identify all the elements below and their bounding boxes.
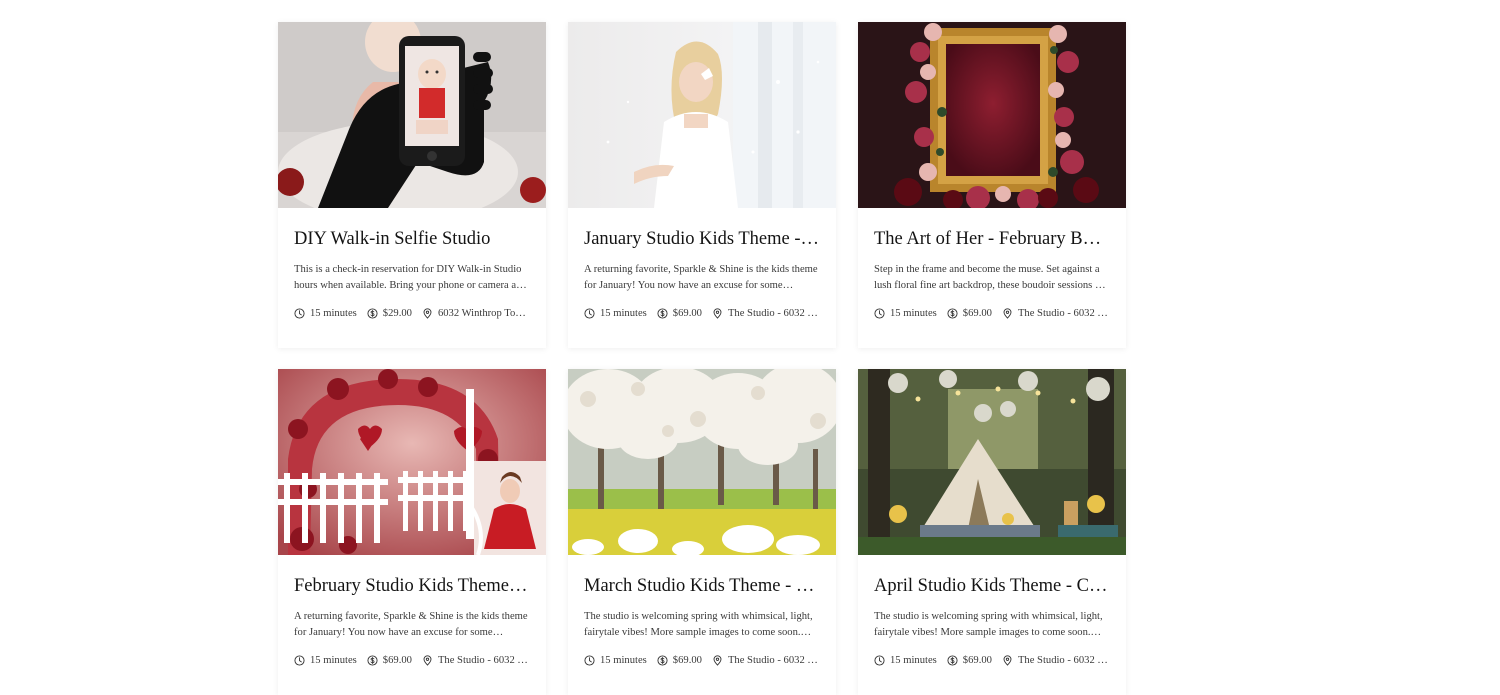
card-meta: 15 minutes $69.00 The Studio - 6032 W... — [294, 655, 530, 666]
duration-label: 15 minutes — [310, 655, 357, 666]
class-card[interactable]: DIY Walk-in Selfie Studio This is a chec… — [278, 22, 546, 348]
card-image[interactable] — [278, 369, 546, 555]
price: $69.00 — [947, 308, 992, 319]
clock-icon — [294, 655, 305, 666]
clock-icon — [584, 655, 595, 666]
card-title[interactable]: April Studio Kids Theme - Camp... — [874, 575, 1110, 597]
card-image[interactable] — [568, 22, 836, 208]
duration-label: 15 minutes — [890, 308, 937, 319]
location-label: The Studio - 6032 W... — [727, 655, 820, 666]
dollar-circle-icon — [657, 655, 668, 666]
clock-icon — [294, 308, 305, 319]
card-image[interactable] — [278, 22, 546, 208]
card-title[interactable]: January Studio Kids Theme - Spa... — [584, 228, 820, 250]
card-meta: 15 minutes $69.00 The Studio - 6032 W... — [584, 655, 820, 666]
price-label: $69.00 — [672, 655, 702, 666]
map-pin-icon — [712, 655, 723, 666]
dollar-circle-icon — [947, 655, 958, 666]
price-label: $69.00 — [962, 308, 992, 319]
duration: 15 minutes — [874, 308, 937, 319]
card-title[interactable]: March Studio Kids Theme - Onc... — [584, 575, 820, 597]
map-pin-icon — [1002, 308, 1013, 319]
duration-label: 15 minutes — [600, 308, 647, 319]
location: The Studio - 6032 W... — [1002, 308, 1110, 319]
location: The Studio - 6032 W... — [712, 655, 820, 666]
price: $69.00 — [367, 655, 412, 666]
location-label: The Studio - 6032 W... — [727, 308, 820, 319]
card-meta: 15 minutes $69.00 The Studio - 6032 W... — [874, 308, 1110, 319]
card-image[interactable] — [858, 22, 1126, 208]
card-description: The studio is welcoming spring with whim… — [584, 611, 813, 638]
duration-label: 15 minutes — [890, 655, 937, 666]
dollar-circle-icon — [657, 308, 668, 319]
class-card[interactable]: January Studio Kids Theme - Spa... A ret… — [568, 22, 836, 348]
duration: 15 minutes — [294, 655, 357, 666]
duration: 15 minutes — [584, 655, 647, 666]
price-label: $69.00 — [382, 655, 412, 666]
card-meta: 15 minutes $69.00 The Studio - 6032 W... — [874, 655, 1110, 666]
price-label: $69.00 — [672, 308, 702, 319]
price: $69.00 — [657, 655, 702, 666]
duration-label: 15 minutes — [600, 655, 647, 666]
clock-icon — [584, 308, 595, 319]
card-description: Step in the frame and become the muse. S… — [874, 264, 1108, 291]
price: $69.00 — [947, 655, 992, 666]
clock-icon — [874, 308, 885, 319]
location-label: The Studio - 6032 W... — [1017, 308, 1110, 319]
card-title[interactable]: February Studio Kids Theme - Va... — [294, 575, 530, 597]
price: $69.00 — [657, 308, 702, 319]
class-card[interactable]: April Studio Kids Theme - Camp... The st… — [858, 369, 1126, 695]
dollar-circle-icon — [367, 308, 378, 319]
price-label: $69.00 — [962, 655, 992, 666]
location: The Studio - 6032 W... — [712, 308, 820, 319]
dollar-circle-icon — [947, 308, 958, 319]
clock-icon — [874, 655, 885, 666]
card-description: This is a check-in reservation for DIY W… — [294, 264, 527, 291]
dollar-circle-icon — [367, 655, 378, 666]
duration: 15 minutes — [584, 308, 647, 319]
duration: 15 minutes — [294, 308, 357, 319]
map-pin-icon — [422, 308, 433, 319]
location: The Studio - 6032 W... — [422, 655, 530, 666]
card-title[interactable]: DIY Walk-in Selfie Studio — [294, 228, 530, 250]
class-card[interactable]: February Studio Kids Theme - Va... A ret… — [278, 369, 546, 695]
location: 6032 Winthrop Tow... — [422, 308, 530, 319]
card-description: A returning favorite, Sparkle & Shine is… — [294, 611, 528, 638]
class-card[interactable]: March Studio Kids Theme - Onc... The stu… — [568, 369, 836, 695]
location-label: The Studio - 6032 W... — [1017, 655, 1110, 666]
duration: 15 minutes — [874, 655, 937, 666]
card-meta: 15 minutes $29.00 6032 Winthrop Tow... — [294, 308, 530, 319]
class-grid: DIY Walk-in Selfie Studio This is a chec… — [278, 22, 1127, 695]
card-image[interactable] — [568, 369, 836, 555]
price: $29.00 — [367, 308, 412, 319]
card-description: A returning favorite, Sparkle & Shine is… — [584, 264, 818, 291]
map-pin-icon — [422, 655, 433, 666]
map-pin-icon — [712, 308, 723, 319]
price-label: $29.00 — [382, 308, 412, 319]
location-label: 6032 Winthrop Tow... — [437, 308, 530, 319]
card-title[interactable]: The Art of Her - February Boudoir — [874, 228, 1110, 250]
location-label: The Studio - 6032 W... — [437, 655, 530, 666]
class-card[interactable]: The Art of Her - February Boudoir Step i… — [858, 22, 1126, 348]
location: The Studio - 6032 W... — [1002, 655, 1110, 666]
card-meta: 15 minutes $69.00 The Studio - 6032 W... — [584, 308, 820, 319]
duration-label: 15 minutes — [310, 308, 357, 319]
card-image[interactable] — [858, 369, 1126, 555]
map-pin-icon — [1002, 655, 1013, 666]
card-description: The studio is welcoming spring with whim… — [874, 611, 1103, 638]
